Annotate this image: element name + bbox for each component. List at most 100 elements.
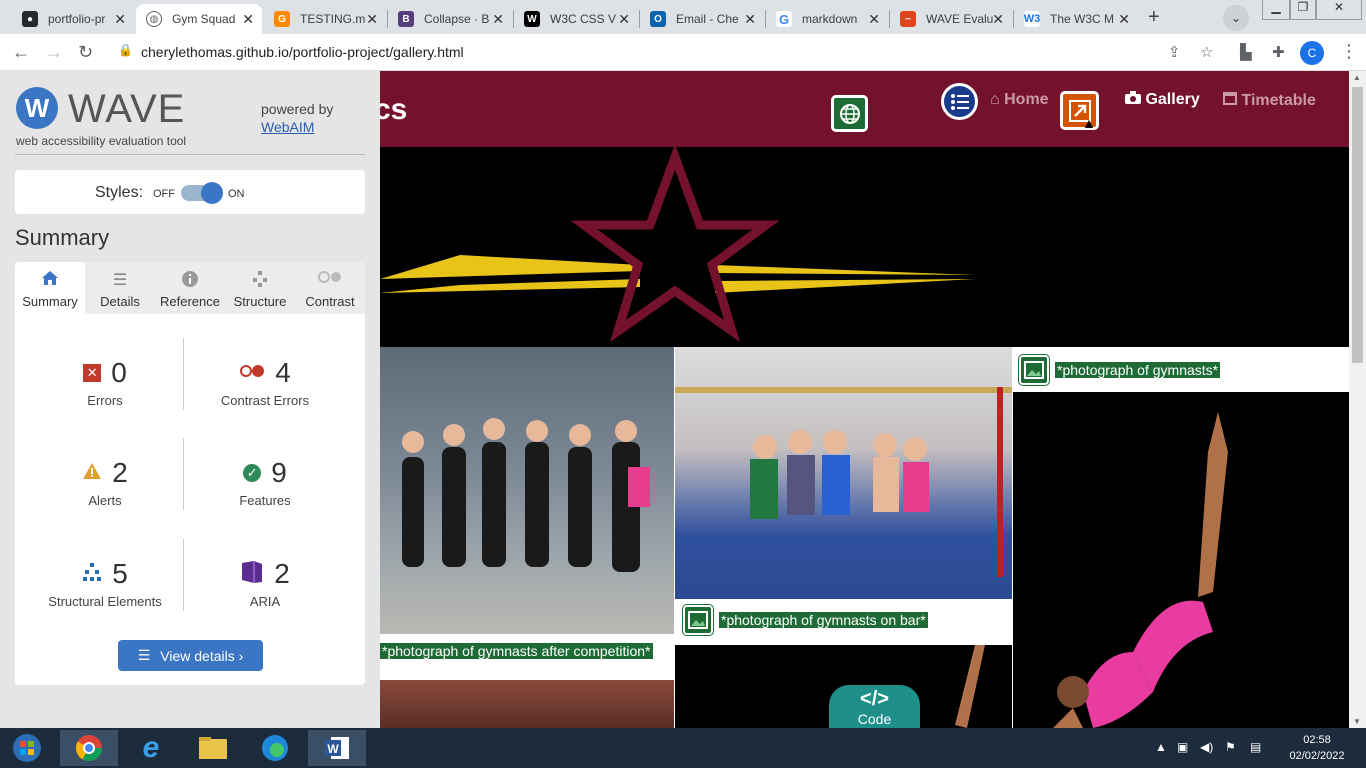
tab-structure[interactable]: Structure (225, 262, 295, 314)
photo-gymnast-backbend (1013, 392, 1349, 728)
photo-gallery: *photograph of gymnasts after competitio… (380, 347, 1349, 728)
new-tab-button[interactable]: + (1148, 6, 1160, 29)
list-icon: ☰ (137, 647, 151, 663)
contrast-error-icon (239, 364, 265, 383)
summary-heading: Summary (15, 225, 110, 250)
wave-logo-icon: W (16, 87, 58, 129)
tray-expand-icon[interactable]: ▲ (1155, 740, 1167, 754)
stat-contrast-errors[interactable]: 4 Contrast Errors (180, 357, 350, 408)
wave-alt-text-image-icon[interactable] (1018, 353, 1050, 386)
browser-tab[interactable]: W W3C CSS V ✕ (514, 4, 638, 34)
close-tab-icon[interactable]: ✕ (242, 11, 254, 28)
styles-label: Styles: (95, 184, 144, 201)
minimize-button[interactable]: ▁ (1262, 0, 1290, 20)
code-badge[interactable]: </> Code (829, 685, 920, 728)
extension-wave-icon[interactable]: ▙ (1240, 43, 1252, 61)
extensions-puzzle-icon[interactable]: ✚ (1272, 43, 1285, 61)
action-flag-icon[interactable]: ⚑ (1225, 740, 1236, 754)
reload-icon[interactable]: ↻ (78, 42, 93, 63)
stat-structural-elements[interactable]: 5 Structural Elements (20, 558, 190, 609)
website-viewport: cs ⌂ Home ▲ Gallery Timetable *photograp… (380, 71, 1349, 728)
forward-arrow-icon[interactable]: → (45, 42, 63, 63)
back-arrow-icon[interactable]: ← (12, 42, 30, 63)
stat-alerts[interactable]: 2 Alerts (20, 457, 190, 508)
styles-on-label: ON (228, 188, 245, 200)
address-bar[interactable]: cherylethomas.github.io/portfolio-projec… (141, 44, 464, 60)
view-details-button[interactable]: ☰ View details › (118, 640, 263, 671)
page-scrollbar[interactable]: ▲ ▼ (1349, 71, 1366, 728)
start-button[interactable] (0, 730, 54, 766)
browser-tab[interactable]: G TESTING.m ✕ (264, 4, 386, 34)
camera-icon (1125, 91, 1145, 108)
bookmark-star-icon[interactable]: ☆ (1200, 43, 1213, 61)
browser-tab-active[interactable]: ◍ Gym Squad ✕ (136, 4, 262, 34)
stat-features[interactable]: ✓ 9 Features (180, 457, 350, 508)
tab-reference[interactable]: Reference (155, 262, 225, 314)
tab-details[interactable]: ☰ Details (85, 262, 155, 314)
nav-timetable[interactable]: Timetable (1223, 91, 1316, 110)
w3c-icon: W (524, 11, 540, 27)
network-icon[interactable]: ▤ (1250, 740, 1261, 754)
stat-errors[interactable]: ✕ 0 Errors (20, 357, 190, 408)
browser-toolbar: ← → ↻ 🔒 cherylethomas.github.io/portfoli… (0, 34, 1366, 71)
wave-structure-list-icon[interactable] (941, 83, 978, 120)
volume-icon[interactable]: ◀) (1200, 740, 1213, 754)
tab-search-button[interactable]: ⌄ (1223, 5, 1249, 31)
file-explorer-taskbar-icon[interactable] (184, 730, 242, 766)
browser-tab[interactable]: W3 The W3C M ✕ (1014, 4, 1138, 34)
restore-button[interactable]: ❐ (1290, 0, 1316, 20)
browser-tab-bar: ● portfolio-pr ✕ ◍ Gym Squad ✕ G TESTING… (0, 0, 1366, 34)
divider (15, 154, 365, 155)
tab-contrast[interactable]: Contrast (295, 262, 365, 314)
stat-aria[interactable]: 2 ARIA (180, 558, 350, 609)
close-tab-icon[interactable]: ✕ (114, 11, 126, 28)
photo-gymnasts-competition (380, 347, 674, 634)
tab-summary[interactable]: Summary (15, 262, 85, 314)
photo-gym-hall (380, 680, 674, 728)
close-tab-icon[interactable]: ✕ (366, 11, 378, 28)
gitpod-icon: G (274, 11, 290, 27)
home-icon (15, 270, 85, 290)
bootstrap-icon: B (398, 11, 414, 27)
word-taskbar-icon[interactable]: W (308, 730, 366, 766)
info-icon (155, 270, 225, 290)
profile-avatar[interactable]: C (1300, 41, 1324, 65)
browser-tab[interactable]: B Collapse · B ✕ (388, 4, 512, 34)
menu-dots-icon[interactable]: ⋮ (1340, 41, 1358, 62)
scrollbar-thumb[interactable] (1352, 87, 1363, 363)
close-window-button[interactable]: ✕ (1316, 0, 1362, 20)
internet-explorer-taskbar-icon[interactable]: e (122, 730, 180, 766)
close-tab-icon[interactable]: ✕ (868, 11, 880, 28)
nav-gallery[interactable]: Gallery (1125, 91, 1200, 109)
close-tab-icon[interactable]: ✕ (618, 11, 630, 28)
share-icon[interactable]: ⇪ (1168, 43, 1181, 61)
close-tab-icon[interactable]: ✕ (492, 11, 504, 28)
aria-icon (240, 560, 264, 589)
styles-off-label: OFF (153, 188, 175, 200)
nav-home[interactable]: ⌂ Home (990, 91, 1049, 109)
styles-toggle[interactable] (181, 182, 223, 204)
browser-tab[interactable]: ~ WAVE Evalu ✕ (890, 4, 1012, 34)
chrome-taskbar-icon[interactable] (60, 730, 118, 766)
browser-tab[interactable]: O Email - Che ✕ (640, 4, 764, 34)
edge-taskbar-icon[interactable] (246, 730, 304, 766)
close-tab-icon[interactable]: ✕ (744, 11, 756, 28)
star-logo-graphic (380, 143, 975, 343)
site-brand[interactable]: cs (380, 93, 407, 127)
close-tab-icon[interactable]: ✕ (1118, 11, 1130, 28)
system-clock[interactable]: 02:58 02/02/2022 (1280, 732, 1354, 764)
browser-tab[interactable]: ● portfolio-pr ✕ (12, 4, 134, 34)
structure-icon (82, 562, 102, 587)
wave-icon: ~ (900, 11, 916, 27)
wave-landmark-globe-icon[interactable] (831, 95, 868, 132)
lock-icon[interactable]: 🔒 (118, 43, 133, 57)
close-tab-icon[interactable]: ✕ (992, 11, 1004, 28)
tray-device-icon[interactable]: ▣ (1177, 740, 1188, 754)
wave-alt-text-image-icon[interactable] (682, 604, 714, 636)
browser-tab[interactable]: G markdown ✕ (766, 4, 888, 34)
svg-text:W: W (327, 742, 339, 756)
structure-icon (225, 270, 295, 290)
webaim-link[interactable]: WebAIM (261, 119, 314, 135)
caption-gymnasts: *photograph of gymnasts* (1013, 347, 1349, 392)
calendar-icon (1223, 92, 1241, 109)
